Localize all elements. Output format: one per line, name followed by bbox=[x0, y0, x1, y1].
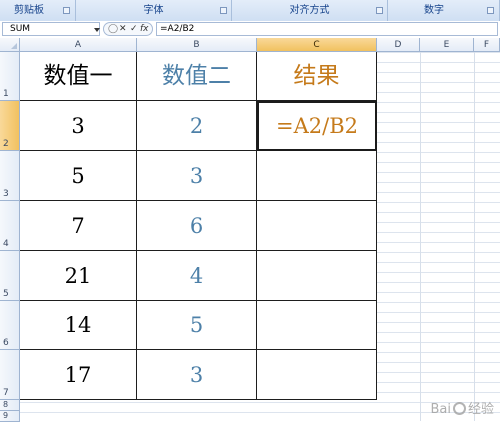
cell-c4[interactable] bbox=[257, 201, 377, 251]
column-header-a[interactable]: A bbox=[20, 38, 137, 52]
grip-icon: ◯ bbox=[108, 24, 119, 34]
formula-input[interactable]: =A2/B2 bbox=[156, 22, 498, 36]
watermark: Bai 经验 bbox=[430, 398, 494, 417]
cell-a2[interactable]: 3 bbox=[20, 101, 137, 151]
ribbon-group-label: 字体 bbox=[143, 5, 164, 16]
cell-c2-active[interactable]: =A2/B2 bbox=[257, 101, 377, 151]
cell-a7[interactable]: 17 bbox=[20, 350, 137, 400]
cell-b1[interactable]: 数值二 bbox=[137, 52, 257, 101]
column-header-e[interactable]: E bbox=[420, 38, 474, 52]
enter-icon[interactable]: ✓ bbox=[130, 23, 138, 35]
column-header-f[interactable]: F bbox=[474, 38, 500, 52]
row-header-2[interactable]: 2 bbox=[0, 101, 20, 151]
ribbon-group-font[interactable]: 字体 bbox=[76, 0, 232, 21]
cell-c3[interactable] bbox=[257, 151, 377, 201]
select-all-button[interactable] bbox=[0, 38, 20, 52]
cell-a4[interactable]: 7 bbox=[20, 201, 137, 251]
row-header-8[interactable]: 8 bbox=[0, 400, 20, 411]
cell-c6[interactable] bbox=[257, 301, 377, 350]
row-header-1[interactable]: 1 bbox=[0, 52, 20, 101]
cell-b7[interactable]: 3 bbox=[137, 350, 257, 400]
dialog-launcher-icon[interactable] bbox=[487, 7, 494, 14]
ribbon: 剪贴板 字体 对齐方式 数字 bbox=[0, 0, 500, 22]
cell-c7[interactable] bbox=[257, 350, 377, 400]
name-box[interactable]: SUM bbox=[2, 22, 100, 36]
row-header-9[interactable]: 9 bbox=[0, 411, 20, 422]
cell-b6[interactable]: 5 bbox=[137, 301, 257, 350]
column-header-d[interactable]: D bbox=[377, 38, 420, 52]
formula-bar: SUM ◯ ✕ ✓ fx =A2/B2 bbox=[0, 21, 500, 39]
column-header-b[interactable]: B bbox=[137, 38, 257, 52]
dialog-launcher-icon[interactable] bbox=[376, 7, 383, 14]
cell-a6[interactable]: 14 bbox=[20, 301, 137, 350]
cell-a5[interactable]: 21 bbox=[20, 251, 137, 301]
cell-b5[interactable]: 4 bbox=[137, 251, 257, 301]
name-box-value: SUM bbox=[10, 24, 31, 34]
paw-icon bbox=[452, 402, 466, 415]
cell-a3[interactable]: 5 bbox=[20, 151, 137, 201]
ribbon-group-label: 剪贴板 bbox=[14, 5, 44, 16]
ribbon-group-clipboard[interactable]: 剪贴板 bbox=[0, 0, 76, 21]
gridline bbox=[420, 52, 421, 421]
cell-b2[interactable]: 2 bbox=[137, 101, 257, 151]
formula-buttons: ◯ ✕ ✓ fx bbox=[103, 22, 153, 36]
dialog-launcher-icon[interactable] bbox=[63, 7, 70, 14]
cancel-icon[interactable]: ✕ bbox=[119, 23, 127, 35]
row-header-6[interactable]: 6 bbox=[0, 301, 20, 350]
ribbon-group-label: 数字 bbox=[424, 5, 444, 16]
row-header-4[interactable]: 4 bbox=[0, 201, 20, 251]
cell-c1[interactable]: 结果 bbox=[257, 52, 377, 101]
ribbon-group-alignment[interactable]: 对齐方式 bbox=[232, 0, 388, 21]
watermark-text: Bai bbox=[430, 402, 451, 417]
watermark-text: 经验 bbox=[467, 402, 494, 417]
gridline bbox=[474, 52, 475, 421]
column-header-c[interactable]: C bbox=[257, 38, 377, 52]
cell-c5[interactable] bbox=[257, 251, 377, 301]
row-header-5[interactable]: 5 bbox=[0, 251, 20, 301]
dialog-launcher-icon[interactable] bbox=[220, 7, 227, 14]
insert-function-icon[interactable]: fx bbox=[140, 23, 149, 35]
cell-a1[interactable]: 数值一 bbox=[20, 52, 137, 101]
ribbon-group-label: 对齐方式 bbox=[289, 5, 330, 16]
ribbon-group-number[interactable]: 数字 bbox=[388, 0, 500, 21]
cell-b3[interactable]: 3 bbox=[137, 151, 257, 201]
row-header-7[interactable]: 7 bbox=[0, 350, 20, 400]
cell-b4[interactable]: 6 bbox=[137, 201, 257, 251]
row-header-3[interactable]: 3 bbox=[0, 151, 20, 201]
chevron-down-icon[interactable] bbox=[94, 28, 100, 32]
